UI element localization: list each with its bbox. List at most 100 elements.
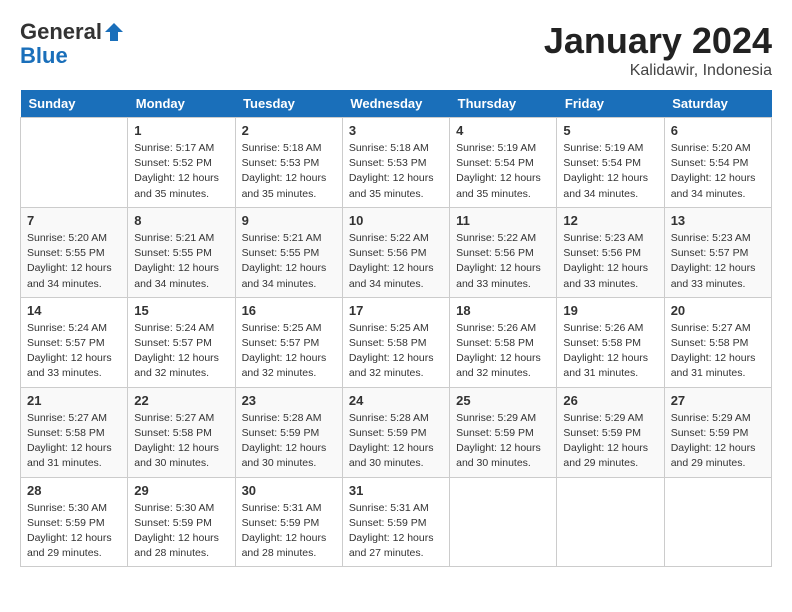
calendar-week-row: 1 Sunrise: 5:17 AM Sunset: 5:52 PM Daylig…	[21, 118, 772, 208]
day-info: Sunrise: 5:27 AM Sunset: 5:58 PM Dayligh…	[671, 321, 765, 382]
day-info: Sunrise: 5:25 AM Sunset: 5:58 PM Dayligh…	[349, 321, 443, 382]
day-number: 16	[242, 303, 336, 318]
calendar-cell: 10 Sunrise: 5:22 AM Sunset: 5:56 PM Dayli…	[342, 207, 449, 297]
day-info: Sunrise: 5:21 AM Sunset: 5:55 PM Dayligh…	[242, 231, 336, 292]
day-info: Sunrise: 5:19 AM Sunset: 5:54 PM Dayligh…	[456, 141, 550, 202]
day-number: 20	[671, 303, 765, 318]
calendar-cell: 11 Sunrise: 5:22 AM Sunset: 5:56 PM Dayli…	[450, 207, 557, 297]
calendar-cell: 14 Sunrise: 5:24 AM Sunset: 5:57 PM Dayli…	[21, 297, 128, 387]
calendar-cell: 29 Sunrise: 5:30 AM Sunset: 5:59 PM Dayli…	[128, 477, 235, 567]
title-block: January 2024 Kalidawir, Indonesia	[544, 20, 772, 80]
header-saturday: Saturday	[664, 90, 771, 118]
day-number: 14	[27, 303, 121, 318]
logo-blue-text: Blue	[20, 44, 68, 68]
day-info: Sunrise: 5:24 AM Sunset: 5:57 PM Dayligh…	[27, 321, 121, 382]
day-info: Sunrise: 5:22 AM Sunset: 5:56 PM Dayligh…	[349, 231, 443, 292]
logo-general-text: General	[20, 20, 102, 44]
day-number: 4	[456, 123, 550, 138]
day-number: 18	[456, 303, 550, 318]
calendar-header-row: SundayMondayTuesdayWednesdayThursdayFrid…	[21, 90, 772, 118]
day-number: 26	[563, 393, 657, 408]
calendar-cell: 21Sunrise: 5:27 AM Sunset: 5:58 PM Dayli…	[21, 387, 128, 477]
day-info: Sunrise: 5:25 AM Sunset: 5:57 PM Dayligh…	[242, 321, 336, 382]
page-header: General Blue January 2024 Kalidawir, Ind…	[20, 20, 772, 80]
calendar-cell: 7 Sunrise: 5:20 AM Sunset: 5:55 PM Daylig…	[21, 207, 128, 297]
calendar-cell: 6Sunrise: 5:20 AM Sunset: 5:54 PM Daylig…	[664, 118, 771, 208]
calendar-week-row: 7 Sunrise: 5:20 AM Sunset: 5:55 PM Daylig…	[21, 207, 772, 297]
day-number: 15	[134, 303, 228, 318]
calendar-cell	[664, 477, 771, 567]
calendar-cell: 12Sunrise: 5:23 AM Sunset: 5:56 PM Dayli…	[557, 207, 664, 297]
day-info: Sunrise: 5:18 AM Sunset: 5:53 PM Dayligh…	[349, 141, 443, 202]
day-number: 2	[242, 123, 336, 138]
day-number: 25	[456, 393, 550, 408]
day-info: Sunrise: 5:31 AM Sunset: 5:59 PM Dayligh…	[349, 501, 443, 562]
calendar-cell: 22Sunrise: 5:27 AM Sunset: 5:58 PM Dayli…	[128, 387, 235, 477]
calendar-cell: 8Sunrise: 5:21 AM Sunset: 5:55 PM Daylig…	[128, 207, 235, 297]
day-info: Sunrise: 5:18 AM Sunset: 5:53 PM Dayligh…	[242, 141, 336, 202]
calendar-cell: 4 Sunrise: 5:19 AM Sunset: 5:54 PM Daylig…	[450, 118, 557, 208]
calendar-cell	[557, 477, 664, 567]
day-info: Sunrise: 5:22 AM Sunset: 5:56 PM Dayligh…	[456, 231, 550, 292]
day-number: 10	[349, 213, 443, 228]
day-number: 5	[563, 123, 657, 138]
day-number: 11	[456, 213, 550, 228]
day-number: 7	[27, 213, 121, 228]
day-number: 29	[134, 483, 228, 498]
day-info: Sunrise: 5:29 AM Sunset: 5:59 PM Dayligh…	[456, 411, 550, 472]
day-info: Sunrise: 5:30 AM Sunset: 5:59 PM Dayligh…	[134, 501, 228, 562]
day-number: 23	[242, 393, 336, 408]
calendar-cell: 25 Sunrise: 5:29 AM Sunset: 5:59 PM Dayli…	[450, 387, 557, 477]
calendar-cell: 3Sunrise: 5:18 AM Sunset: 5:53 PM Daylig…	[342, 118, 449, 208]
calendar-cell: 5 Sunrise: 5:19 AM Sunset: 5:54 PM Daylig…	[557, 118, 664, 208]
day-number: 24	[349, 393, 443, 408]
day-info: Sunrise: 5:23 AM Sunset: 5:57 PM Dayligh…	[671, 231, 765, 292]
day-number: 28	[27, 483, 121, 498]
day-number: 19	[563, 303, 657, 318]
day-info: Sunrise: 5:26 AM Sunset: 5:58 PM Dayligh…	[456, 321, 550, 382]
calendar-cell: 9Sunrise: 5:21 AM Sunset: 5:55 PM Daylig…	[235, 207, 342, 297]
calendar-cell: 24 Sunrise: 5:28 AM Sunset: 5:59 PM Dayli…	[342, 387, 449, 477]
calendar-week-row: 14 Sunrise: 5:24 AM Sunset: 5:57 PM Dayli…	[21, 297, 772, 387]
calendar-cell: 23 Sunrise: 5:28 AM Sunset: 5:59 PM Dayli…	[235, 387, 342, 477]
day-info: Sunrise: 5:28 AM Sunset: 5:59 PM Dayligh…	[349, 411, 443, 472]
day-info: Sunrise: 5:20 AM Sunset: 5:55 PM Dayligh…	[27, 231, 121, 292]
header-sunday: Sunday	[21, 90, 128, 118]
calendar-cell: 18 Sunrise: 5:26 AM Sunset: 5:58 PM Dayli…	[450, 297, 557, 387]
day-info: Sunrise: 5:17 AM Sunset: 5:52 PM Dayligh…	[134, 141, 228, 202]
day-info: Sunrise: 5:24 AM Sunset: 5:57 PM Dayligh…	[134, 321, 228, 382]
calendar-cell: 13Sunrise: 5:23 AM Sunset: 5:57 PM Dayli…	[664, 207, 771, 297]
header-wednesday: Wednesday	[342, 90, 449, 118]
logo: General Blue	[20, 20, 124, 68]
day-info: Sunrise: 5:31 AM Sunset: 5:59 PM Dayligh…	[242, 501, 336, 562]
day-number: 1	[134, 123, 228, 138]
day-info: Sunrise: 5:28 AM Sunset: 5:59 PM Dayligh…	[242, 411, 336, 472]
calendar-week-row: 28 Sunrise: 5:30 AM Sunset: 5:59 PM Dayli…	[21, 477, 772, 567]
calendar-cell: 2 Sunrise: 5:18 AM Sunset: 5:53 PM Daylig…	[235, 118, 342, 208]
day-number: 27	[671, 393, 765, 408]
day-number: 8	[134, 213, 228, 228]
calendar-table: SundayMondayTuesdayWednesdayThursdayFrid…	[20, 90, 772, 567]
calendar-cell: 28 Sunrise: 5:30 AM Sunset: 5:59 PM Dayli…	[21, 477, 128, 567]
day-info: Sunrise: 5:19 AM Sunset: 5:54 PM Dayligh…	[563, 141, 657, 202]
calendar-cell	[21, 118, 128, 208]
calendar-cell: 19Sunrise: 5:26 AM Sunset: 5:58 PM Dayli…	[557, 297, 664, 387]
calendar-cell: 16 Sunrise: 5:25 AM Sunset: 5:57 PM Dayli…	[235, 297, 342, 387]
calendar-cell: 27 Sunrise: 5:29 AM Sunset: 5:59 PM Dayli…	[664, 387, 771, 477]
header-thursday: Thursday	[450, 90, 557, 118]
day-number: 30	[242, 483, 336, 498]
month-year: January 2024	[544, 20, 772, 62]
day-info: Sunrise: 5:30 AM Sunset: 5:59 PM Dayligh…	[27, 501, 121, 562]
day-info: Sunrise: 5:29 AM Sunset: 5:59 PM Dayligh…	[671, 411, 765, 472]
logo-icon	[104, 22, 124, 42]
day-number: 22	[134, 393, 228, 408]
location: Kalidawir, Indonesia	[544, 62, 772, 80]
header-monday: Monday	[128, 90, 235, 118]
day-number: 17	[349, 303, 443, 318]
calendar-cell: 17 Sunrise: 5:25 AM Sunset: 5:58 PM Dayli…	[342, 297, 449, 387]
calendar-cell: 30 Sunrise: 5:31 AM Sunset: 5:59 PM Dayli…	[235, 477, 342, 567]
day-number: 6	[671, 123, 765, 138]
day-number: 21	[27, 393, 121, 408]
calendar-cell: 1 Sunrise: 5:17 AM Sunset: 5:52 PM Daylig…	[128, 118, 235, 208]
calendar-cell: 15 Sunrise: 5:24 AM Sunset: 5:57 PM Dayli…	[128, 297, 235, 387]
